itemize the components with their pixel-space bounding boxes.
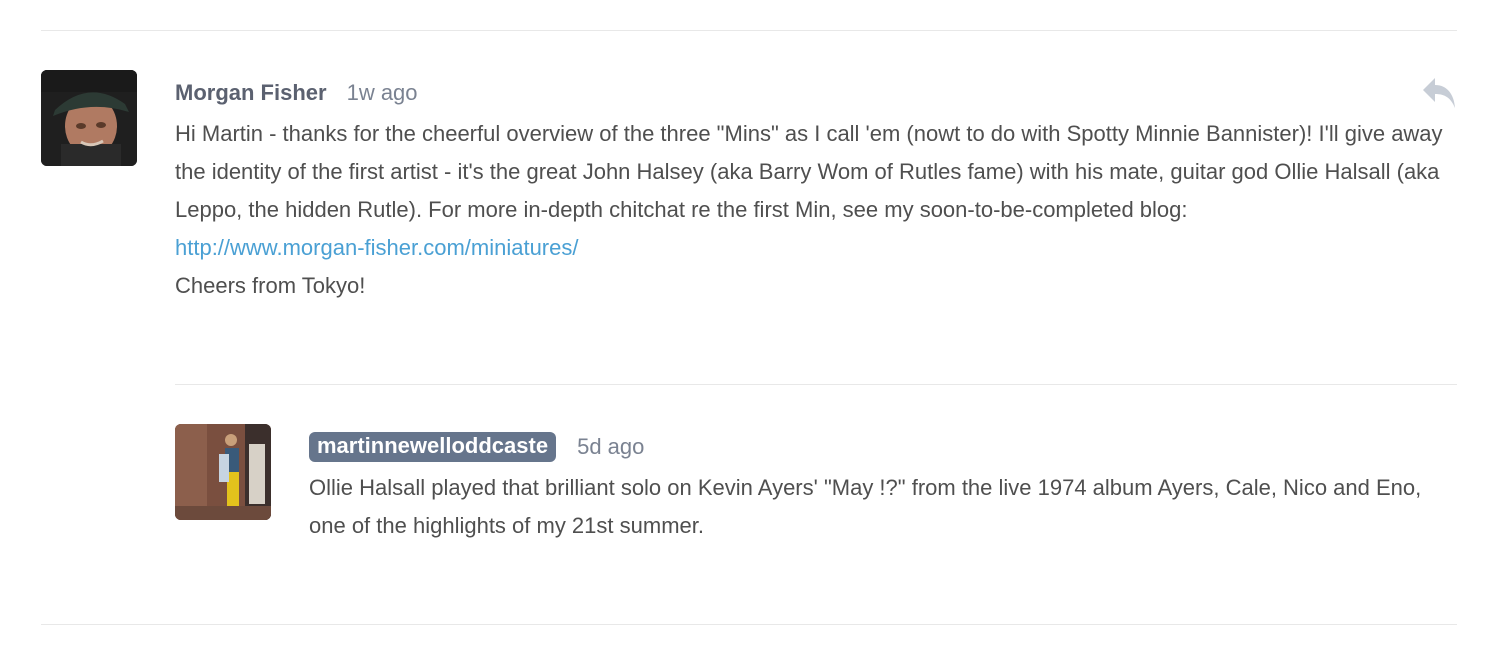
comment-signoff: Cheers from Tokyo! (175, 273, 366, 298)
morgan-fisher-avatar[interactable] (41, 70, 137, 166)
reply-divider (175, 384, 1457, 385)
user-photo-icon (41, 70, 137, 166)
reply-body: Ollie Halsall played that brilliant solo… (309, 469, 1459, 545)
comment-paragraph: Hi Martin - thanks for the cheerful over… (175, 121, 1443, 222)
blog-link[interactable]: http://www.morgan-fisher.com/miniatures/ (175, 235, 578, 260)
comment-author[interactable]: Morgan Fisher (175, 80, 327, 106)
user-photo-icon (175, 424, 271, 520)
martinnewell-avatar[interactable] (175, 424, 271, 520)
comment-body: Hi Martin - thanks for the cheerful over… (175, 115, 1465, 305)
top-divider (41, 30, 1457, 31)
bottom-divider (41, 624, 1457, 625)
reply-arrow-icon[interactable] (1421, 74, 1457, 110)
reply-header: martinnewelloddcaste 5d ago (309, 430, 644, 464)
comment-header: Morgan Fisher 1w ago (175, 76, 418, 110)
reply-text: Ollie Halsall played that brilliant solo… (309, 475, 1422, 538)
comment-time[interactable]: 1w ago (347, 80, 418, 106)
reply-author-badge[interactable]: martinnewelloddcaste (309, 432, 557, 462)
reply-time[interactable]: 5d ago (577, 434, 644, 460)
